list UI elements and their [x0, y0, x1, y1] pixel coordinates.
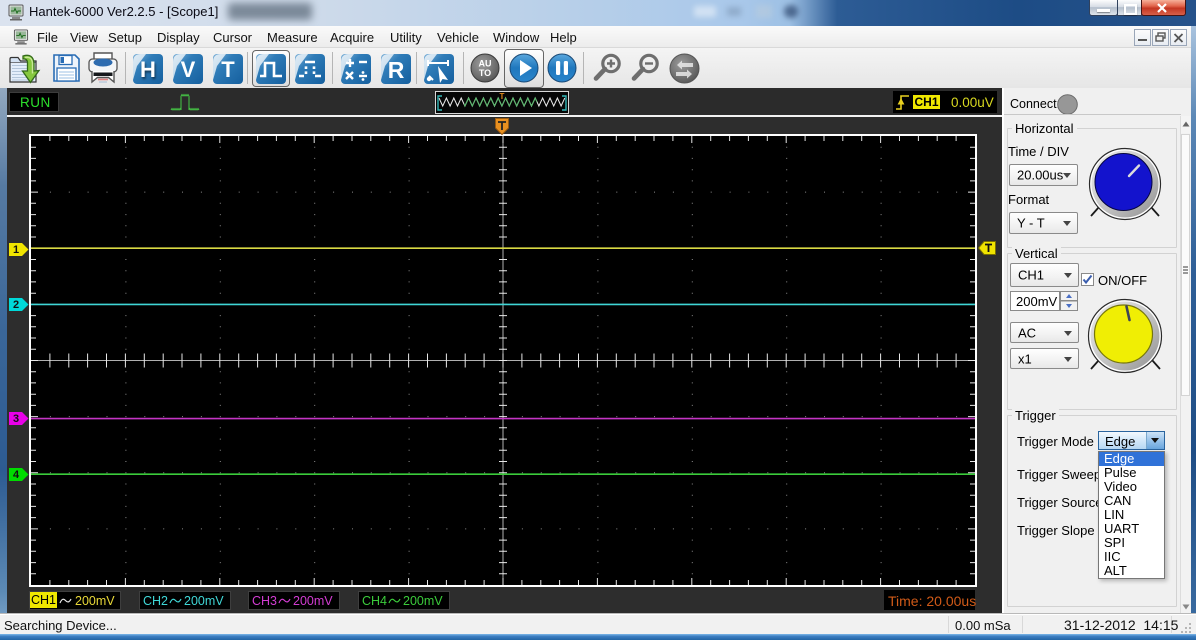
- svg-text:T: T: [500, 92, 505, 101]
- svg-text:TO: TO: [479, 68, 491, 78]
- svg-text:3: 3: [13, 413, 19, 425]
- svg-text:V: V: [181, 57, 196, 82]
- svg-text:AU: AU: [479, 59, 492, 69]
- svg-text:4: 4: [13, 469, 20, 481]
- svg-text:2: 2: [13, 299, 19, 311]
- svg-text:1: 1: [13, 244, 19, 256]
- svg-text:H: H: [140, 57, 156, 82]
- svg-text:T: T: [221, 57, 235, 82]
- svg-text:R: R: [388, 57, 405, 83]
